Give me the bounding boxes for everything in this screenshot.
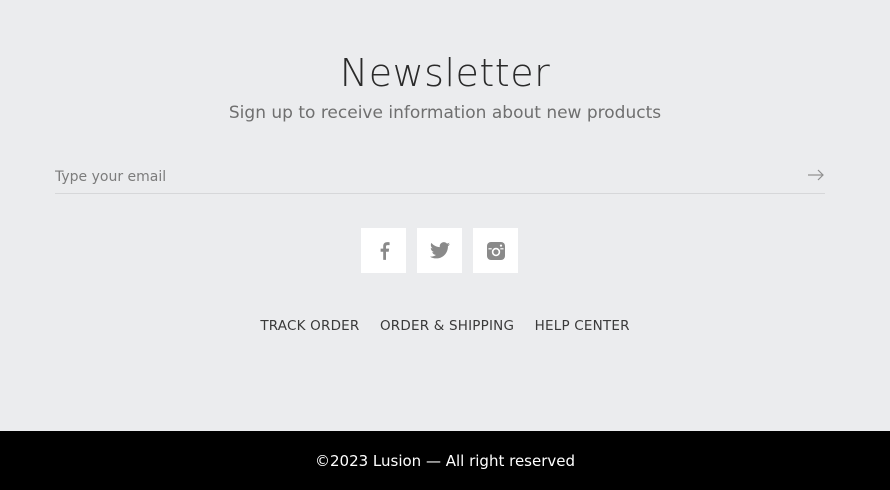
twitter-icon: [429, 242, 450, 259]
newsletter-title: Newsletter: [339, 51, 551, 95]
copyright-text: ©2023 Lusion — All right reserved: [314, 452, 576, 470]
footer-bar: ©2023 Lusion — All right reserved: [0, 431, 890, 490]
footer-links: TRACK ORDER ORDER & SHIPPING HELP CENTER: [0, 318, 890, 334]
facebook-icon: [377, 241, 391, 261]
newsletter-subtitle: Sign up to receive information about new…: [228, 103, 662, 123]
instagram-icon: [486, 241, 505, 260]
help-center-link[interactable]: HELP CENTER: [535, 318, 630, 334]
instagram-link[interactable]: [473, 228, 518, 273]
order-shipping-link[interactable]: ORDER & SHIPPING: [380, 318, 514, 334]
facebook-link[interactable]: [361, 228, 406, 273]
twitter-link[interactable]: [417, 228, 462, 273]
newsletter-section: Newsletter Sign up to receive informatio…: [0, 0, 890, 431]
email-signup-form: [55, 161, 825, 194]
track-order-link[interactable]: TRACK ORDER: [260, 318, 359, 334]
email-input[interactable]: [55, 164, 785, 190]
submit-arrow-icon[interactable]: [807, 167, 825, 183]
